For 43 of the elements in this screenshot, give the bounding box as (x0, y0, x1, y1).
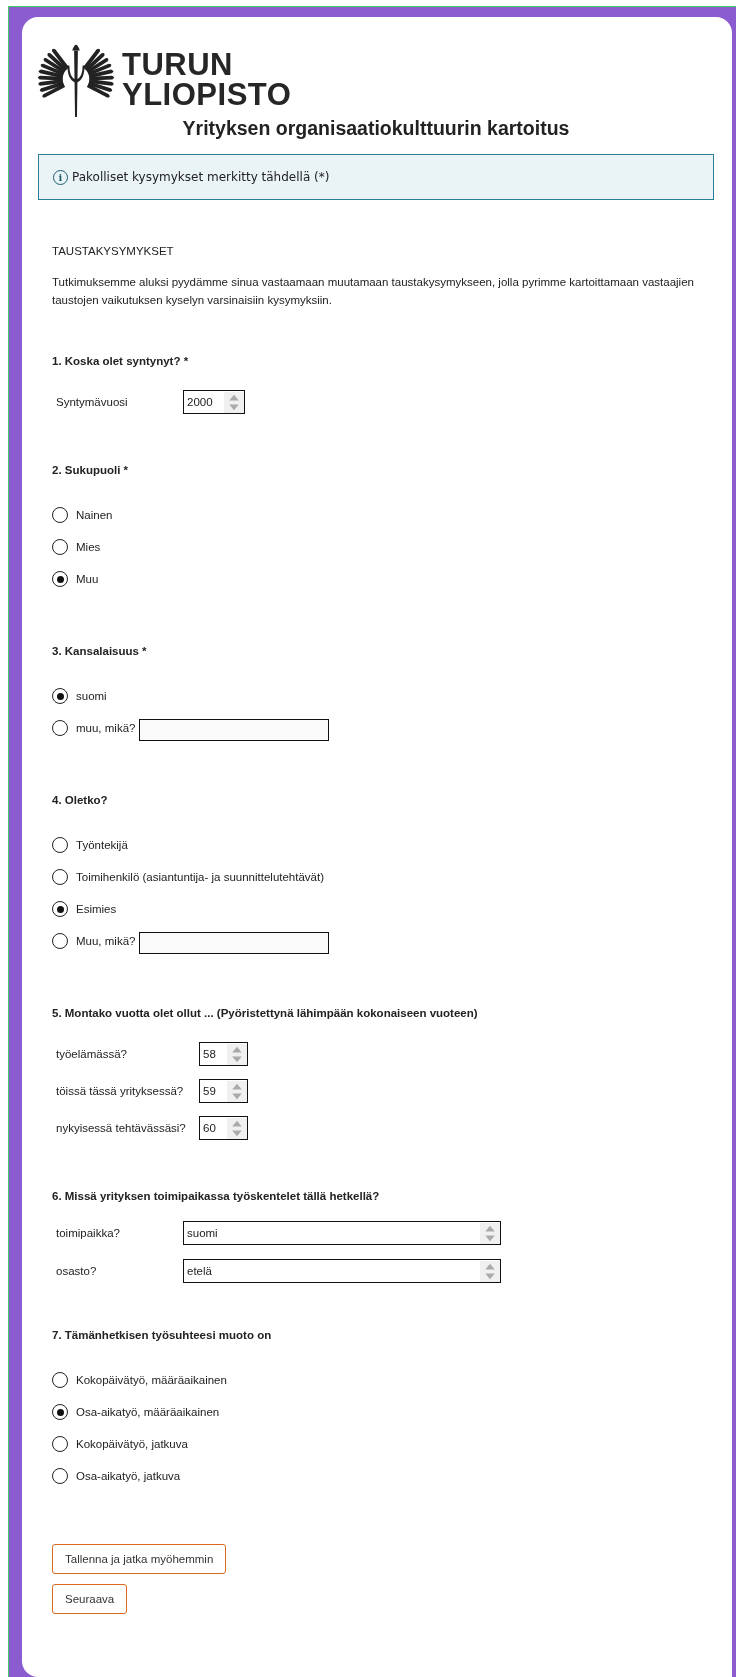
intro-text: Tutkimuksemme aluksi pyydämme sinua vastaamaan muutamaan taustakysymykseen, jolla pyrimme kartoittamaan vastaajien taustojen vaikutuksen kyselyn varsinaisiin kysymyksiin. (52, 275, 695, 308)
number-field[interactable]: 2000 (183, 390, 245, 414)
option-label: Toimihenkilö (asiantuntija- ja suunnittelutehtävät) (76, 871, 325, 883)
option-label: Mies (76, 541, 101, 553)
number-field[interactable]: 58 (199, 1042, 248, 1066)
number-field[interactable]: 60 (199, 1116, 248, 1140)
notice-text: Pakolliset kysymykset merkitty tähdellä (*) (72, 170, 330, 184)
option-label: Osa-aikatyö, määräaikainen (76, 1406, 220, 1418)
form-button[interactable]: Seuraava (52, 1584, 128, 1614)
question-title: 4. Oletko? (52, 793, 109, 808)
field-label: töissä tässä yrityksessä? (55, 1085, 185, 1097)
logo-text: YLIOPISTO (122, 80, 292, 110)
field-label: työelämässä? (55, 1048, 128, 1060)
option-label: Osa-aikatyö, jatkuva (76, 1470, 181, 1482)
text-field[interactable] (139, 931, 330, 954)
question-title: 6. Missä yrityksen toimipaikassa työskentelet tällä hetkellä? (52, 1189, 381, 1204)
question-title: 2. Sukupuoli * (52, 463, 130, 478)
question-title: 1. Koska olet syntynyt? * (52, 354, 190, 369)
form-button[interactable]: Tallenna ja jatka myöhemmin (52, 1544, 227, 1574)
field-label: toimipaikka? (55, 1227, 121, 1239)
question-title: 5. Montako vuotta olet ollut ... (Pyöristettynä lähimpään kokonaiseen vuoteen) (52, 1006, 479, 1021)
field-label: osasto? (55, 1265, 98, 1277)
field-label: nykyisessä tehtävässäsi? (55, 1122, 187, 1134)
select-field[interactable]: suomi (183, 1221, 501, 1245)
number-field[interactable]: 59 (199, 1079, 248, 1103)
option-label: Muu, mikä? (76, 935, 136, 947)
option-label: Kokopäivätyö, jatkuva (76, 1438, 188, 1450)
form-title: Yrityksen organisaatiokulttuurin kartoitus (181, 117, 571, 140)
select-field[interactable]: etelä (183, 1259, 501, 1283)
question-title: 7. Tämänhetkisen työsuhteesi muoto on (52, 1328, 273, 1343)
option-label: Muu (76, 573, 99, 585)
section-title: TAUSTAKYSYMYKSET (52, 245, 175, 257)
option-label: Työntekijä (76, 839, 128, 851)
radio-button[interactable] (52, 1436, 68, 1452)
question-title: 3. Kansalaisuus * (52, 644, 148, 659)
text-field[interactable] (139, 718, 330, 741)
logo-text: TURUN (122, 50, 234, 80)
option-label: muu, mikä? (76, 722, 136, 734)
option-label: Esimies (76, 903, 117, 915)
option-label: suomi (76, 690, 107, 702)
option-label: Kokopäivätyö, määräaikainen (76, 1374, 227, 1386)
option-label: Nainen (76, 509, 113, 521)
field-label: Syntymävuosi (55, 396, 129, 408)
